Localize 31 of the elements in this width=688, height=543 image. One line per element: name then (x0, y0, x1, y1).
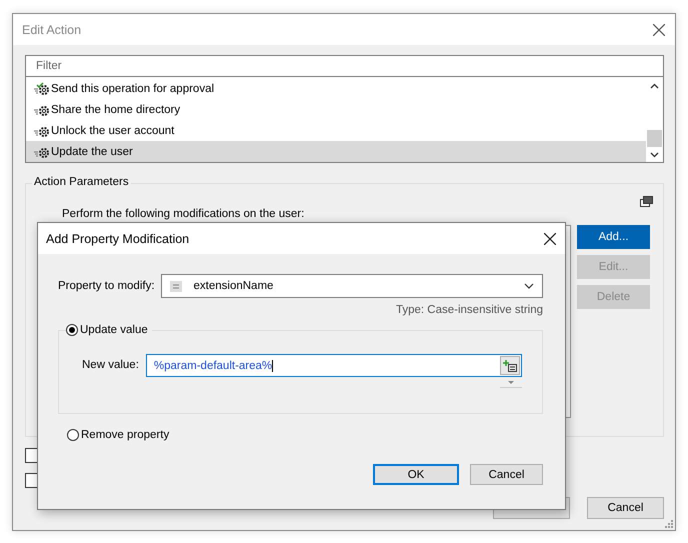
remove-radio[interactable]: Remove property (67, 429, 170, 441)
action-item[interactable]: Send this operation for approval (26, 78, 646, 99)
property-label: Property to modify: (58, 280, 155, 292)
update-radio[interactable]: Update value (66, 324, 152, 336)
close-icon[interactable] (544, 232, 556, 244)
dropdown-arrow-icon[interactable] (500, 380, 522, 388)
scroll-down-icon[interactable] (650, 152, 659, 158)
scroll-up-icon[interactable] (650, 83, 659, 89)
insert-parameter-icon[interactable] (500, 356, 520, 375)
new-value-label: New value: (82, 359, 139, 371)
action-item[interactable]: Update the user (26, 141, 646, 162)
group-title: Action Parameters (32, 176, 131, 188)
card-icon[interactable] (640, 196, 653, 207)
type-text: Type: Case-insensitive string (394, 304, 543, 316)
attribute-icon (170, 280, 182, 292)
dialog-button[interactable]: Cancel (587, 497, 664, 519)
close-icon[interactable] (653, 24, 665, 36)
resize-grip-icon[interactable] (665, 520, 673, 528)
chevron-down-icon (524, 283, 534, 289)
new-value-field[interactable]: %param-default-area% (146, 354, 522, 377)
dialog-button[interactable]: Cancel (470, 464, 543, 485)
property-dropdown[interactable]: extensionName (160, 274, 543, 298)
side-button[interactable]: Add... (577, 225, 650, 249)
action-item[interactable]: Share the home directory (26, 99, 646, 120)
action-item[interactable]: Unlock the user account (26, 120, 646, 141)
window-title: Edit Action (22, 22, 82, 36)
scrollbar-thumb[interactable] (647, 130, 662, 146)
description-text: Perform the following modifications on the user: (62, 208, 304, 220)
modal-title: Add Property Modification (46, 232, 190, 246)
gear-icon (33, 82, 50, 96)
dialog-button[interactable]: OK (373, 464, 459, 485)
